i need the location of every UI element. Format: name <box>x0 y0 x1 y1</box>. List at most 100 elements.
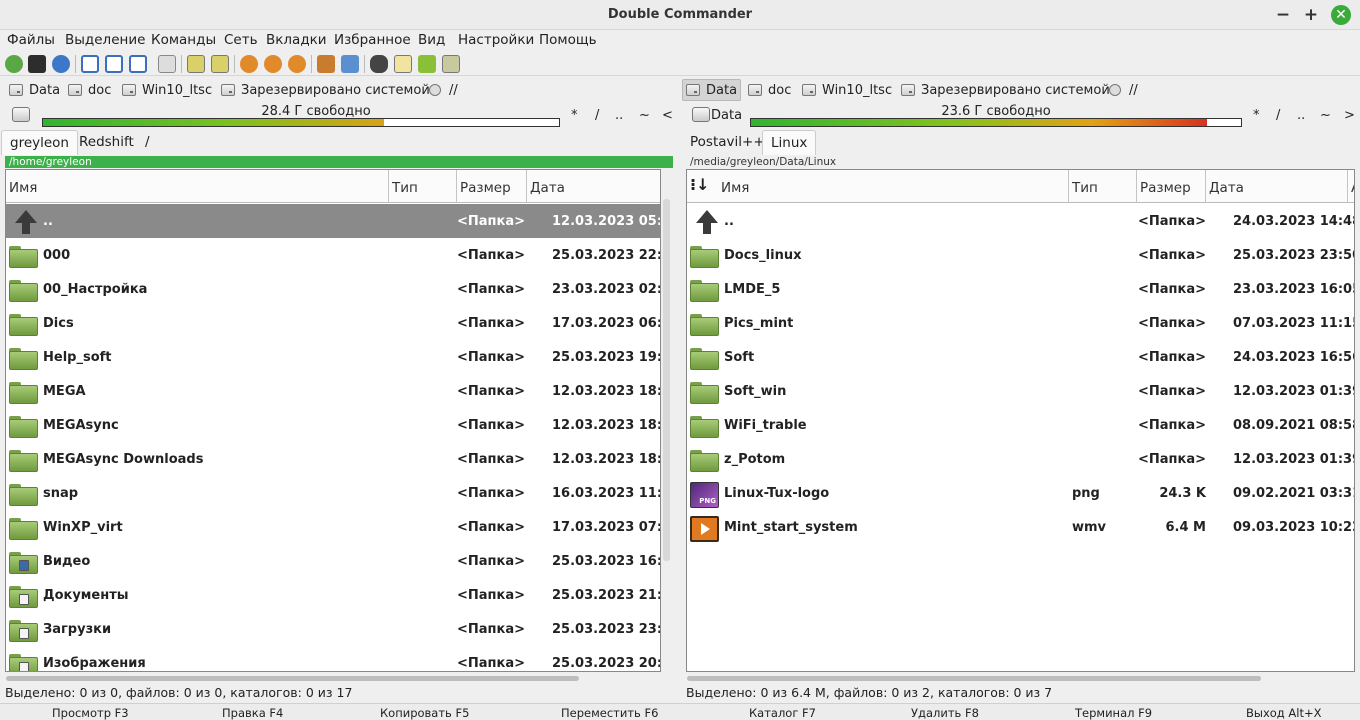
file-row[interactable]: MEGAsync <Папка> 12.03.2023 18:27:17 <box>6 408 660 442</box>
maximize-button[interactable]: + <box>1300 4 1322 26</box>
disk-icon[interactable] <box>12 107 30 122</box>
tab-root[interactable]: / <box>137 130 158 155</box>
file-row[interactable]: WinXP_virt <Папка> 17.03.2023 07:31:29 <box>6 510 660 544</box>
right-horizontal-scrollbar[interactable] <box>687 676 1261 681</box>
file-row[interactable]: 000 <Папка> 25.03.2023 22:01:28 <box>6 238 660 272</box>
copy-path-icon[interactable] <box>442 55 460 73</box>
nav-other-panel-button[interactable]: < <box>662 108 673 123</box>
view-f3-button[interactable]: Просмотр F3 <box>52 706 129 720</box>
nav-root-button[interactable]: / <box>1276 108 1280 123</box>
menu-network[interactable]: Сеть <box>224 32 258 48</box>
nav-home-button[interactable]: ~ <box>1320 108 1331 123</box>
column-attr-header[interactable]: А <box>1348 170 1354 203</box>
drive-button-network[interactable]: // <box>426 79 461 101</box>
pack-icon[interactable] <box>317 55 335 73</box>
file-row[interactable]: Загрузки <Папка> 25.03.2023 23:52:25 <box>6 612 660 646</box>
multi-rename-icon[interactable] <box>240 55 258 73</box>
left-vertical-scrollbar[interactable] <box>663 199 670 561</box>
drive-button-doc[interactable]: doc <box>65 79 114 101</box>
file-row[interactable]: WiFi_trable <Папка> 08.09.2021 08:58:44 <box>687 408 1354 442</box>
mkdir-f7-button[interactable]: Каталог F7 <box>749 706 816 720</box>
file-row[interactable]: PNG Linux-Tux-logo png 24.3 K 09.02.2021 03:… <box>687 476 1354 510</box>
brief-view-icon[interactable] <box>81 55 99 73</box>
tab-postavil[interactable]: Postavil++ <box>682 130 773 155</box>
nav-root-button[interactable]: / <box>595 108 599 123</box>
flat-view-icon[interactable] <box>158 55 176 73</box>
file-row[interactable]: Help_soft <Папка> 25.03.2023 19:58:55 <box>6 340 660 374</box>
file-row[interactable]: MEGA <Папка> 12.03.2023 18:27:17 <box>6 374 660 408</box>
open-folder-icon[interactable] <box>418 55 436 73</box>
file-row[interactable]: z_Potom <Папка> 12.03.2023 01:39:47 <box>687 442 1354 476</box>
left-horizontal-scrollbar[interactable] <box>6 676 579 681</box>
drive-button-reserved[interactable]: Зарезервировано системой <box>898 79 1113 101</box>
column-date-header[interactable]: Дата <box>527 170 660 203</box>
file-row-cursor[interactable]: .. <Папка> 12.03.2023 05:01:02 <box>6 204 660 238</box>
terminal-icon[interactable] <box>28 55 46 73</box>
edit-f4-button[interactable]: Правка F4 <box>222 706 283 720</box>
column-name-header[interactable]: Имя <box>6 170 389 203</box>
column-size-header[interactable]: Размер <box>457 170 527 203</box>
column-size-header[interactable]: Размер <box>1137 170 1206 203</box>
nav-all-button[interactable]: * <box>571 108 578 123</box>
file-row[interactable]: snap <Папка> 16.03.2023 11:50:53 <box>6 476 660 510</box>
sync-dirs-icon[interactable] <box>264 55 282 73</box>
file-row[interactable]: MEGAsync Downloads <Папка> 12.03.2023 18:2… <box>6 442 660 476</box>
nav-all-button[interactable]: * <box>1253 108 1260 123</box>
delete-f8-button[interactable]: Удалить F8 <box>911 706 979 720</box>
settings-icon[interactable] <box>52 55 70 73</box>
drive-button-doc[interactable]: doc <box>745 79 794 101</box>
file-row[interactable]: LMDE_5 <Папка> 23.03.2023 16:05:58 <box>687 272 1354 306</box>
file-row[interactable]: Документы <Папка> 25.03.2023 21:13:12 <box>6 578 660 612</box>
unpack-icon[interactable] <box>341 55 359 73</box>
column-type-header[interactable]: Тип <box>389 170 457 203</box>
search-icon[interactable] <box>370 55 388 73</box>
file-row[interactable]: Видео <Папка> 25.03.2023 16:59:46 <box>6 544 660 578</box>
close-button[interactable]: ✕ <box>1331 5 1351 25</box>
column-date-header[interactable]: Дата <box>1206 170 1348 203</box>
file-row[interactable]: Docs_linux <Папка> 25.03.2023 23:50:45 <box>687 238 1354 272</box>
file-row[interactable]: Pics_mint <Папка> 07.03.2023 11:15:20 <box>687 306 1354 340</box>
drive-button-reserved[interactable]: Зарезервировано системой <box>218 79 433 101</box>
copy-left-icon[interactable] <box>187 55 205 73</box>
column-type-header[interactable]: Тип <box>1069 170 1137 203</box>
left-path-bar[interactable]: /home/greyleon <box>5 156 673 168</box>
tab-greyleon[interactable]: greyleon <box>1 130 78 155</box>
nav-other-panel-button[interactable]: > <box>1344 108 1355 123</box>
columns-view-icon[interactable] <box>105 55 123 73</box>
file-row[interactable]: Soft_win <Папка> 12.03.2023 01:39:36 <box>687 374 1354 408</box>
file-row[interactable]: Dics <Папка> 17.03.2023 06:36:32 <box>6 306 660 340</box>
menu-help[interactable]: Помощь <box>539 32 597 48</box>
file-row[interactable]: Soft <Папка> 24.03.2023 16:56:30 <box>687 340 1354 374</box>
nav-up-button[interactable]: .. <box>1297 108 1305 123</box>
thumbnails-view-icon[interactable] <box>129 55 147 73</box>
refresh-icon[interactable] <box>5 55 23 73</box>
drive-button-data[interactable]: Data <box>6 79 63 101</box>
exit-altx-button[interactable]: Выход Alt+X <box>1246 706 1322 720</box>
copy-right-icon[interactable] <box>211 55 229 73</box>
file-row[interactable]: Изображения <Папка> 25.03.2023 20:01:21 <box>6 646 660 671</box>
menu-settings[interactable]: Настройки <box>458 32 534 48</box>
tab-redshift[interactable]: Redshift <box>71 130 142 155</box>
menu-view[interactable]: Вид <box>418 32 445 48</box>
right-path-bar[interactable]: /media/greyleon/Data/Linux <box>686 156 1354 168</box>
menu-commands[interactable]: Команды <box>151 32 216 48</box>
nav-home-button[interactable]: ~ <box>639 108 650 123</box>
menu-files[interactable]: Файлы <box>7 32 55 48</box>
move-f6-button[interactable]: Переместить F6 <box>561 706 658 720</box>
file-row[interactable]: 00_Настройка <Папка> 23.03.2023 02:08:39 <box>6 272 660 306</box>
edit-icon[interactable] <box>394 55 412 73</box>
right-file-list[interactable]: ⁝↓ Имя Тип Размер Дата А .. <Папка> 24.03.… <box>686 169 1355 672</box>
column-name-header[interactable]: ⁝↓ Имя <box>687 170 1069 203</box>
left-file-list[interactable]: Имя Тип Размер Дата .. <Папка> 12.03.2023 … <box>5 169 661 672</box>
compare-icon[interactable] <box>288 55 306 73</box>
menu-favorites[interactable]: Избранное <box>334 32 411 48</box>
drive-button-win10[interactable]: Win10_ltsc <box>119 79 215 101</box>
file-row[interactable]: .. <Папка> 24.03.2023 14:48:36 <box>687 204 1354 238</box>
terminal-f9-button[interactable]: Терминал F9 <box>1075 706 1152 720</box>
drive-button-network[interactable]: // <box>1106 79 1141 101</box>
copy-f5-button[interactable]: Копировать F5 <box>380 706 469 720</box>
menu-tabs[interactable]: Вкладки <box>266 32 327 48</box>
minimize-button[interactable]: − <box>1272 4 1294 26</box>
disk-icon[interactable] <box>692 107 710 122</box>
drive-button-win10[interactable]: Win10_ltsc <box>799 79 895 101</box>
